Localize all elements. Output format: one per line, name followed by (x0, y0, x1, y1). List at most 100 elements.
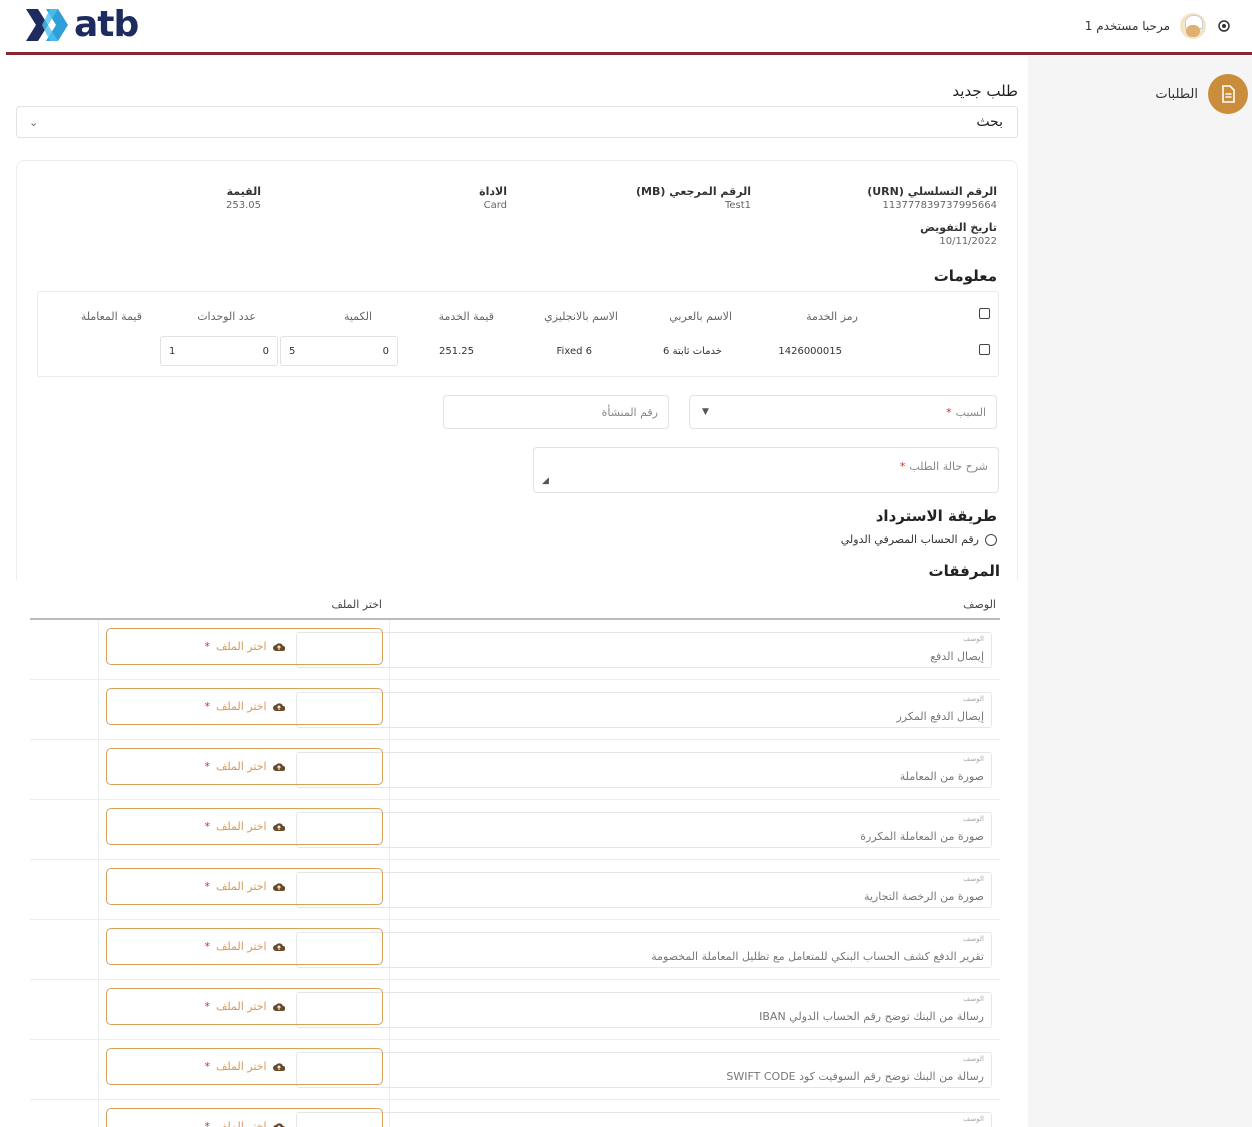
column-divider (98, 620, 99, 680)
attachment-description-mini-label: الوصف (963, 635, 984, 643)
radio-button[interactable] (985, 533, 997, 546)
cloud-upload-icon (272, 702, 285, 711)
choose-file-label: اختر الملف (215, 1000, 267, 1013)
quantity-input[interactable]: 5 0 (280, 336, 398, 366)
cell-service-code: 1426000015 (778, 346, 842, 357)
choose-file-button[interactable]: اختر الملف * (106, 688, 383, 725)
globe-icon[interactable] (1216, 18, 1232, 34)
services-table: رمز الخدمة الاسم بالعربي الاسم بالانجليز… (37, 291, 999, 377)
attachment-row: الوصف إيصال الدفع المكرر اختر الملف * (30, 680, 1000, 740)
choose-file-label: اختر الملف (215, 880, 267, 893)
attachment-description-text: تقرير الدفع كشف الحساب البنكي للمتعامل م… (651, 950, 984, 963)
attachment-description-field[interactable]: الوصف صورة من المعاملة المكررة (296, 812, 992, 848)
attachment-row: الوصف صورة من الرخصة التجارية اختر الملف… (30, 860, 1000, 920)
choose-file-button[interactable]: اختر الملف * (106, 748, 383, 785)
attachment-description-mini-label: الوصف (963, 755, 984, 763)
amount-field: القيمة 253.05 (226, 185, 261, 213)
col-header-description: الوصف (963, 598, 996, 611)
attachment-row: الوصف تقرير الدفع كشف الحساب البنكي للمت… (30, 920, 1000, 980)
attachment-row: الوصف رسالة من البنك توضح رقم الحساب الد… (30, 980, 1000, 1040)
attachment-description-field[interactable]: الوصف إيصال الدفع المكرر (296, 692, 992, 728)
column-divider (98, 920, 99, 980)
attachments-title: المرفقات (928, 562, 1000, 580)
ref-value: Test1 (724, 200, 751, 211)
attachment-description-mini-label: الوصف (963, 1055, 984, 1063)
attachment-description-mini-label: الوصف (963, 815, 984, 823)
search-select[interactable]: بحث ⌄ (16, 106, 1018, 138)
user-avatar[interactable] (1180, 13, 1206, 39)
request-description-textarea[interactable]: شرح حالة الطلب * ◢ (533, 447, 999, 493)
row-checkbox[interactable] (979, 344, 990, 355)
refund-option-iban[interactable]: رقم الحساب المصرفي الدولي (841, 533, 997, 546)
choose-file-button[interactable]: اختر الملف * (106, 1108, 383, 1127)
header-divider (6, 52, 1252, 55)
sidebar: الطلبات (1028, 56, 1252, 1127)
cloud-upload-icon (272, 942, 285, 951)
amount-value: 253.05 (226, 200, 261, 211)
attachment-description-field[interactable]: الوصف (296, 1112, 992, 1127)
attachment-row: الوصف صورة من المعاملة اختر الملف * (30, 740, 1000, 800)
choose-file-label: اختر الملف (215, 640, 267, 653)
cloud-upload-icon (272, 882, 285, 891)
establishment-number-input[interactable]: رقم المنشأة (443, 395, 669, 429)
choose-file-button[interactable]: اختر الملف * (106, 928, 383, 965)
method-label: الاداة (479, 185, 507, 198)
user-greeting[interactable]: مرحبا مستخدم 1 (1085, 19, 1170, 33)
refund-method-title: طريقة الاسترداد (875, 507, 997, 525)
col-header-name-en: الاسم بالانجليزي (544, 310, 618, 323)
caret-down-icon: ▼ (702, 407, 709, 417)
sidebar-item-label: الطلبات (1155, 86, 1198, 102)
units-input[interactable]: 1 0 (160, 336, 278, 366)
main-content: طلب جديد بحث ⌄ الرقم التسلسلي (URN) 1137… (0, 56, 1028, 1127)
attachment-description-mini-label: الوصف (963, 695, 984, 703)
attachment-description-field[interactable]: الوصف رسالة من البنك توضح رقم السوفيت كو… (296, 1052, 992, 1088)
choose-file-button[interactable]: اختر الملف * (106, 1048, 383, 1085)
atb-logo[interactable]: atb (24, 4, 139, 45)
choose-file-button[interactable]: اختر الملف * (106, 868, 383, 905)
choose-file-button[interactable]: اختر الملف * (106, 628, 383, 665)
attachment-description-field[interactable]: الوصف صورة من المعاملة (296, 752, 992, 788)
required-marker: * (204, 1120, 210, 1127)
column-divider (98, 1100, 99, 1127)
ref-label: الرقم المرجعي (MB) (635, 185, 751, 198)
page-title: طلب جديد (952, 82, 1018, 100)
choose-file-button[interactable]: اختر الملف * (106, 808, 383, 845)
search-select-value: بحث (976, 114, 1003, 130)
attachment-description-field[interactable]: الوصف إيصال الدفع (296, 632, 992, 668)
reason-select[interactable]: السبب * ▼ (689, 395, 997, 429)
attachment-description-text: رسالة من البنك توضح رقم الحساب الدولي IB… (759, 1010, 984, 1023)
attachment-description-field[interactable]: الوصف صورة من الرخصة التجارية (296, 872, 992, 908)
method-value: Card (483, 200, 507, 211)
method-field: الاداة Card (479, 185, 507, 213)
resize-handle-icon[interactable]: ◢ (542, 476, 549, 486)
attachment-description-text: إيصال الدفع (930, 650, 984, 663)
units-cursor-text: 1 (169, 345, 176, 357)
attachment-description-text: صورة من المعاملة المكررة (860, 830, 984, 843)
logo-text: atb (74, 4, 139, 45)
column-divider (98, 1040, 99, 1100)
urn-value: 113777839737995664 (882, 200, 997, 211)
attachment-row: الوصف صورة من المعاملة المكررة اختر المل… (30, 800, 1000, 860)
select-all-checkbox[interactable] (979, 308, 990, 319)
column-divider (98, 800, 99, 860)
choose-file-label: اختر الملف (215, 1120, 267, 1127)
attachment-description-text: صورة من الرخصة التجارية (863, 890, 984, 903)
col-header-transaction-value: قيمة المعاملة (80, 310, 142, 323)
sidebar-item-requests[interactable]: الطلبات (1155, 74, 1248, 114)
col-header-units: عدد الوحدات (197, 310, 256, 323)
choose-file-label: اختر الملف (215, 760, 267, 773)
user-menu[interactable]: مرحبا مستخدم 1 (1085, 12, 1232, 40)
required-marker: * (946, 405, 952, 419)
urn-field: الرقم التسلسلي (URN) 113777839737995664 (867, 185, 997, 213)
quantity-cursor-text: 5 (289, 345, 296, 357)
auth-date-label: تاريخ التفويض (920, 221, 997, 234)
choose-file-label: اختر الملف (215, 1060, 267, 1073)
cloud-upload-icon (272, 1062, 285, 1071)
attachment-description-field[interactable]: الوصف تقرير الدفع كشف الحساب البنكي للمت… (296, 932, 992, 968)
ref-field: الرقم المرجعي (MB) Test1 (636, 185, 751, 213)
choose-file-label: اختر الملف (215, 940, 267, 953)
attachment-description-field[interactable]: الوصف رسالة من البنك توضح رقم الحساب الد… (296, 992, 992, 1028)
column-divider (98, 860, 99, 920)
choose-file-button[interactable]: اختر الملف * (106, 988, 383, 1025)
cloud-upload-icon (272, 1122, 285, 1127)
